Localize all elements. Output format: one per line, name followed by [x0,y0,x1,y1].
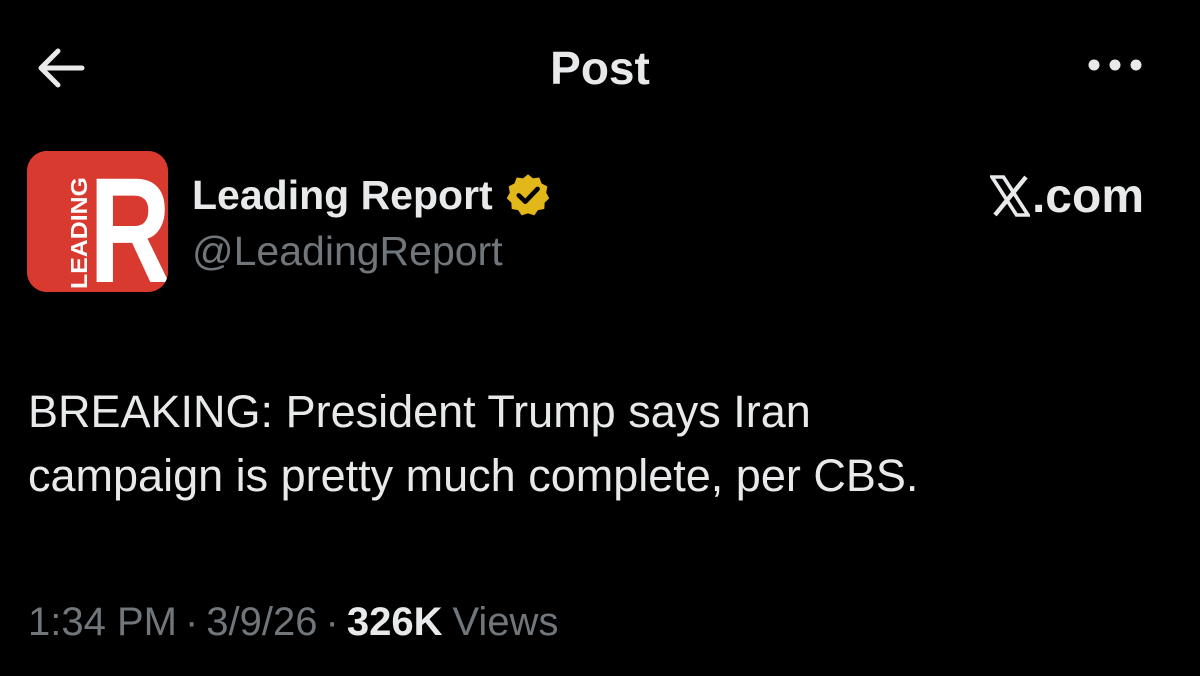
author-avatar[interactable]: LEADING R [27,151,168,292]
post-date[interactable]: 3/9/26 [206,600,317,645]
post-text: BREAKING: President Trump says Iran camp… [28,386,919,501]
post-time[interactable]: 1:34 PM [28,600,177,645]
site-domain: .com [1031,169,1144,223]
more-options-button[interactable] [1080,44,1150,90]
views-label: Views [452,599,559,644]
back-button[interactable] [30,40,90,96]
top-navigation-bar: Post [0,0,1200,135]
views-count[interactable]: 326K [347,600,443,645]
x-logo-icon [989,175,1030,217]
more-horizontal-icon [1085,57,1145,78]
meta-separator: · [184,599,199,644]
verified-badge-icon [506,174,549,216]
author-handle[interactable]: @LeadingReport [192,228,503,275]
avatar-letter: R [89,151,168,292]
post-meta: 1:34 PM · 3/9/26 · 326K Views [28,594,558,650]
page-title: Post [550,42,650,94]
leading-report-logo: LEADING R [27,151,168,292]
site-watermark: .com [960,164,1144,228]
meta-separator: · [325,599,339,644]
author-name: Leading Report [192,171,493,218]
author-name-row[interactable]: Leading Report [192,166,551,224]
arrow-left-icon [34,46,86,90]
